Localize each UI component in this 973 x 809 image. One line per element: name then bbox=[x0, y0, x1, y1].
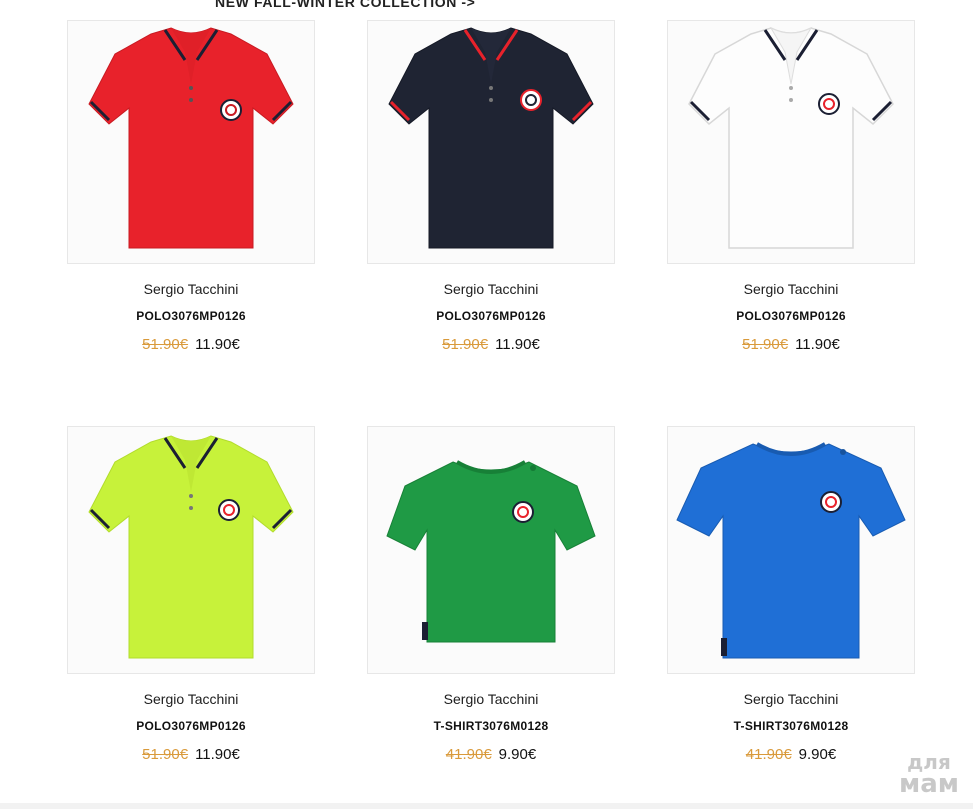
product-image[interactable] bbox=[67, 20, 315, 264]
old-price: 51.90€ bbox=[142, 746, 189, 763]
product-brand: Sergio Tacchini bbox=[743, 281, 839, 297]
product-card[interactable]: Sergio Tacchini POLO3076MP0126 51.90€ 11.… bbox=[367, 20, 615, 354]
old-price: 41.90€ bbox=[745, 746, 792, 763]
sale-price: 11.90€ bbox=[495, 336, 540, 353]
product-code[interactable]: POLO3076MP0126 bbox=[667, 308, 915, 324]
product-code[interactable]: POLO3076MP0126 bbox=[67, 718, 315, 734]
product-code[interactable]: POLO3076MP0126 bbox=[67, 308, 315, 324]
product-card[interactable]: Sergio Tacchini POLO3076MP0126 51.90€ 11.… bbox=[667, 20, 915, 354]
polo-shirt-icon bbox=[88, 27, 294, 249]
product-image[interactable] bbox=[367, 426, 615, 674]
product-prices: 51.90€ 11.90€ bbox=[667, 336, 915, 354]
product-card[interactable]: Sergio Tacchini T-SHIRT3076M0128 41.90€ 9… bbox=[667, 426, 915, 764]
product-prices: 41.90€ 9.90€ bbox=[667, 746, 915, 764]
product-image[interactable] bbox=[667, 426, 915, 674]
product-image[interactable] bbox=[667, 20, 915, 264]
sale-price: 9.90€ bbox=[798, 746, 837, 763]
polo-shirt-icon bbox=[388, 27, 594, 249]
site-watermark-logo: для мам bbox=[898, 751, 959, 799]
product-card[interactable]: Sergio Tacchini POLO3076MP0126 51.90€ 11.… bbox=[67, 426, 315, 764]
old-price: 51.90€ bbox=[442, 336, 489, 353]
watermark-line2: мам bbox=[898, 769, 959, 799]
sale-price: 11.90€ bbox=[795, 336, 840, 353]
product-prices: 51.90€ 11.90€ bbox=[67, 336, 315, 354]
polo-shirt-icon bbox=[688, 26, 894, 249]
old-price: 41.90€ bbox=[445, 746, 492, 763]
product-code[interactable]: T-SHIRT3076M0128 bbox=[367, 718, 615, 734]
sale-price: 11.90€ bbox=[195, 336, 240, 353]
product-prices: 41.90€ 9.90€ bbox=[367, 746, 615, 764]
product-card[interactable]: Sergio Tacchini T-SHIRT3076M0128 41.90€ 9… bbox=[367, 426, 615, 764]
product-code[interactable]: T-SHIRT3076M0128 bbox=[667, 718, 915, 734]
old-price: 51.90€ bbox=[142, 336, 189, 353]
bottom-divider bbox=[0, 803, 973, 809]
product-brand: Sergio Tacchini bbox=[443, 281, 539, 297]
product-image[interactable] bbox=[367, 20, 615, 264]
t-shirt-icon bbox=[676, 442, 906, 659]
product-brand: Sergio Tacchini bbox=[143, 691, 239, 707]
old-price: 51.90€ bbox=[742, 336, 789, 353]
t-shirt-icon bbox=[386, 460, 596, 643]
sale-price: 11.90€ bbox=[195, 746, 240, 763]
collection-banner-link[interactable]: NEW FALL-WINTER COLLECTION -> bbox=[215, 0, 475, 10]
product-code[interactable]: POLO3076MP0126 bbox=[367, 308, 615, 324]
product-brand: Sergio Tacchini bbox=[743, 691, 839, 707]
product-prices: 51.90€ 11.90€ bbox=[367, 336, 615, 354]
sale-price: 9.90€ bbox=[498, 746, 537, 763]
product-card[interactable]: Sergio Tacchini POLO3076MP0126 51.90€ 11.… bbox=[67, 20, 315, 354]
product-brand: Sergio Tacchini bbox=[443, 691, 539, 707]
product-prices: 51.90€ 11.90€ bbox=[67, 746, 315, 764]
polo-shirt-icon bbox=[88, 435, 294, 659]
product-brand: Sergio Tacchini bbox=[143, 281, 239, 297]
product-image[interactable] bbox=[67, 426, 315, 674]
